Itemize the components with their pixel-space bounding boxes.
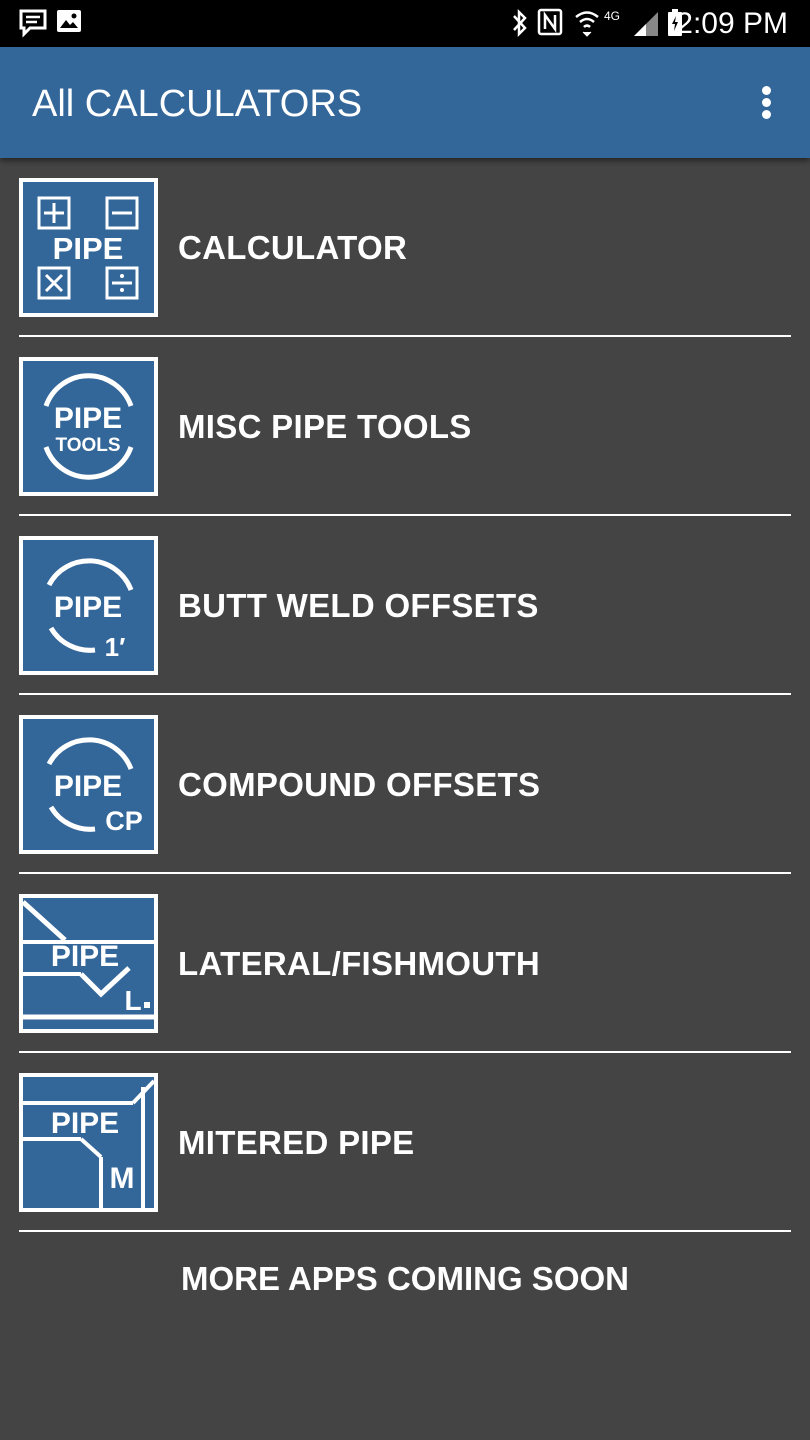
list-item-mitered-pipe[interactable]: PIPE M MITERED PIPE bbox=[0, 1053, 810, 1232]
message-icon bbox=[19, 9, 47, 38]
pipe-calculator-icon: PIPE bbox=[19, 178, 158, 317]
list-item-calculator[interactable]: PIPE CALCULATOR bbox=[0, 158, 810, 337]
icon-subtext: 1′ bbox=[105, 632, 126, 662]
icon-text: PIPE bbox=[51, 940, 119, 973]
network-type-label: 4G bbox=[604, 9, 621, 23]
list-item-label: LATERAL/FISHMOUTH bbox=[178, 945, 540, 982]
list-item-label: COMPOUND OFFSETS bbox=[178, 766, 541, 803]
icon-subtext: L bbox=[124, 985, 141, 1016]
list-item-lateral-fishmouth[interactable]: PIPE L LATERAL/FISHMOUTH bbox=[0, 874, 810, 1053]
icon-subtext: CP bbox=[105, 806, 143, 836]
pipe-mitered-icon: PIPE M bbox=[19, 1073, 158, 1212]
icon-text: PIPE bbox=[53, 231, 124, 266]
list-item-misc-pipe-tools[interactable]: PIPE TOOLS MISC PIPE TOOLS bbox=[0, 337, 810, 516]
icon-subtext: M bbox=[110, 1162, 135, 1195]
wifi-icon bbox=[575, 11, 599, 37]
pipe-lateral-icon: PIPE L bbox=[19, 894, 158, 1033]
list-item-label: CALCULATOR bbox=[178, 229, 408, 266]
icon-text: PIPE bbox=[54, 591, 122, 624]
calculator-list: PIPE CALCULATOR PIPE TOOLS MISC PIPE TOO… bbox=[0, 158, 810, 1232]
divider bbox=[19, 1230, 791, 1232]
image-icon bbox=[57, 10, 81, 32]
status-bar: 4G 2:09 PM bbox=[0, 0, 810, 47]
list-item-label: MISC PIPE TOOLS bbox=[178, 408, 472, 445]
list-item-label: BUTT WELD OFFSETS bbox=[178, 587, 539, 624]
pipe-tools-icon: PIPE TOOLS bbox=[19, 357, 158, 496]
icon-text: PIPE bbox=[54, 402, 122, 435]
coming-soon-text: MORE APPS COMING SOON bbox=[181, 1260, 629, 1297]
icon-text: PIPE bbox=[51, 1107, 119, 1140]
bluetooth-icon bbox=[513, 8, 527, 38]
nfc-icon bbox=[537, 8, 563, 36]
status-time: 2:09 PM bbox=[676, 7, 788, 40]
icon-text: PIPE bbox=[54, 770, 122, 803]
app-bar: All CALCULATORS bbox=[0, 47, 810, 158]
page-title: All CALCULATORS bbox=[32, 83, 363, 125]
pipe-compound-icon: PIPE CP bbox=[19, 715, 158, 854]
more-vert-icon[interactable] bbox=[752, 83, 782, 123]
icon-subtext: TOOLS bbox=[55, 435, 120, 456]
pipe-butt-weld-icon: PIPE 1′ bbox=[19, 536, 158, 675]
list-item-label: MITERED PIPE bbox=[178, 1124, 415, 1161]
signal-icon bbox=[634, 12, 658, 36]
list-item-butt-weld-offsets[interactable]: PIPE 1′ BUTT WELD OFFSETS bbox=[0, 516, 810, 695]
list-item-compound-offsets[interactable]: PIPE CP COMPOUND OFFSETS bbox=[0, 695, 810, 874]
